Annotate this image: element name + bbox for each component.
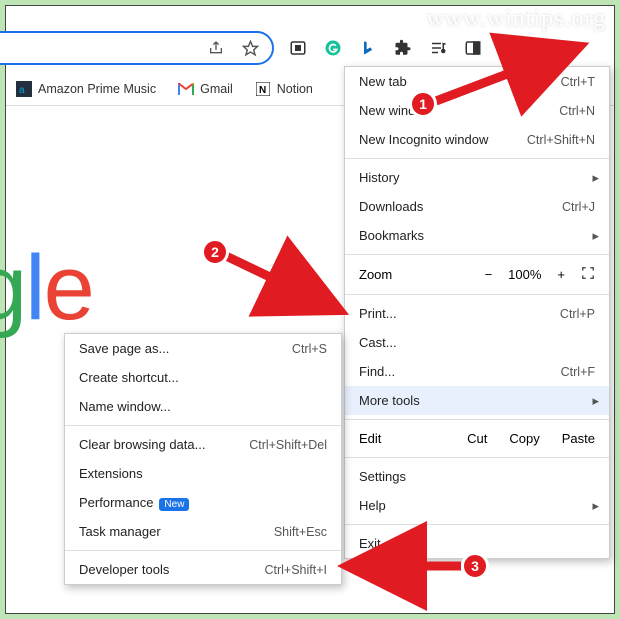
edit-label: Edit bbox=[359, 431, 445, 446]
reader-mode-icon[interactable] bbox=[288, 38, 308, 58]
bookmark-label: Notion bbox=[277, 82, 313, 96]
chrome-main-menu: New tabCtrl+T New windowCtrl+N New Incog… bbox=[344, 66, 610, 559]
notion-icon: N bbox=[255, 81, 271, 97]
fullscreen-icon[interactable] bbox=[581, 266, 595, 283]
submenu-extensions[interactable]: Extensions bbox=[65, 459, 341, 488]
chrome-menu-button[interactable] bbox=[535, 39, 555, 57]
bookmark-gmail[interactable]: Gmail bbox=[178, 81, 233, 97]
submenu-clear-browsing-data[interactable]: Clear browsing data...Ctrl+Shift+Del bbox=[65, 430, 341, 459]
zoom-value: 100% bbox=[508, 267, 541, 282]
screenshot-frame: a Amazon Prime Music Gmail N Notion gle … bbox=[5, 5, 615, 614]
submenu-performance[interactable]: PerformanceNew bbox=[65, 488, 341, 517]
callout-2: 2 bbox=[201, 238, 229, 266]
amazon-music-icon: a bbox=[16, 81, 32, 97]
more-tools-submenu: Save page as...Ctrl+S Create shortcut...… bbox=[64, 333, 342, 585]
menu-downloads[interactable]: DownloadsCtrl+J bbox=[345, 192, 609, 221]
zoom-label: Zoom bbox=[359, 267, 465, 282]
menu-new-tab[interactable]: New tabCtrl+T bbox=[345, 67, 609, 96]
submenu-create-shortcut[interactable]: Create shortcut... bbox=[65, 363, 341, 392]
svg-text:N: N bbox=[259, 85, 266, 96]
svg-text:a: a bbox=[19, 85, 25, 96]
address-bar[interactable] bbox=[0, 31, 274, 65]
submenu-task-manager[interactable]: Task managerShift+Esc bbox=[65, 517, 341, 546]
profile-avatar[interactable] bbox=[498, 37, 520, 59]
google-logo-partial: gle bbox=[0, 236, 93, 341]
gmail-icon bbox=[178, 81, 194, 97]
bing-icon[interactable] bbox=[358, 38, 378, 58]
browser-toolbar bbox=[6, 28, 614, 68]
callout-3: 3 bbox=[461, 552, 489, 580]
menu-help[interactable]: Help bbox=[345, 491, 609, 520]
menu-history[interactable]: History bbox=[345, 163, 609, 192]
bookmark-label: Gmail bbox=[200, 82, 233, 96]
zoom-in-button[interactable]: + bbox=[557, 267, 565, 282]
menu-cast[interactable]: Cast... bbox=[345, 328, 609, 357]
sidepanel-icon[interactable] bbox=[463, 38, 483, 58]
submenu-developer-tools[interactable]: Developer toolsCtrl+Shift+I bbox=[65, 555, 341, 584]
extensions-puzzle-icon[interactable] bbox=[393, 38, 413, 58]
menu-print[interactable]: Print...Ctrl+P bbox=[345, 299, 609, 328]
zoom-out-button[interactable]: − bbox=[485, 267, 493, 282]
menu-bookmarks[interactable]: Bookmarks bbox=[345, 221, 609, 250]
menu-more-tools[interactable]: More tools bbox=[345, 386, 609, 415]
callout-1: 1 bbox=[409, 90, 437, 118]
menu-edit-row: Edit Cut Copy Paste bbox=[345, 424, 609, 453]
grammarly-icon[interactable] bbox=[323, 38, 343, 58]
edit-cut[interactable]: Cut bbox=[467, 431, 487, 446]
menu-zoom: Zoom − 100% + bbox=[345, 259, 609, 290]
music-icon[interactable] bbox=[428, 38, 448, 58]
new-badge: New bbox=[159, 498, 189, 511]
extension-icons bbox=[288, 37, 555, 59]
edit-paste[interactable]: Paste bbox=[562, 431, 595, 446]
menu-new-window[interactable]: New windowCtrl+N bbox=[345, 96, 609, 125]
bookmark-label: Amazon Prime Music bbox=[38, 82, 156, 96]
submenu-name-window[interactable]: Name window... bbox=[65, 392, 341, 421]
bookmark-amazon-prime-music[interactable]: a Amazon Prime Music bbox=[16, 81, 156, 97]
menu-incognito[interactable]: New Incognito windowCtrl+Shift+N bbox=[345, 125, 609, 154]
edit-copy[interactable]: Copy bbox=[509, 431, 539, 446]
bookmark-notion[interactable]: N Notion bbox=[255, 81, 313, 97]
bookmark-star-icon[interactable] bbox=[240, 38, 260, 58]
menu-settings[interactable]: Settings bbox=[345, 462, 609, 491]
watermark-text: www.wintips.org bbox=[426, 6, 606, 33]
menu-find[interactable]: Find...Ctrl+F bbox=[345, 357, 609, 386]
share-icon[interactable] bbox=[206, 38, 226, 58]
submenu-save-page[interactable]: Save page as...Ctrl+S bbox=[65, 334, 341, 363]
